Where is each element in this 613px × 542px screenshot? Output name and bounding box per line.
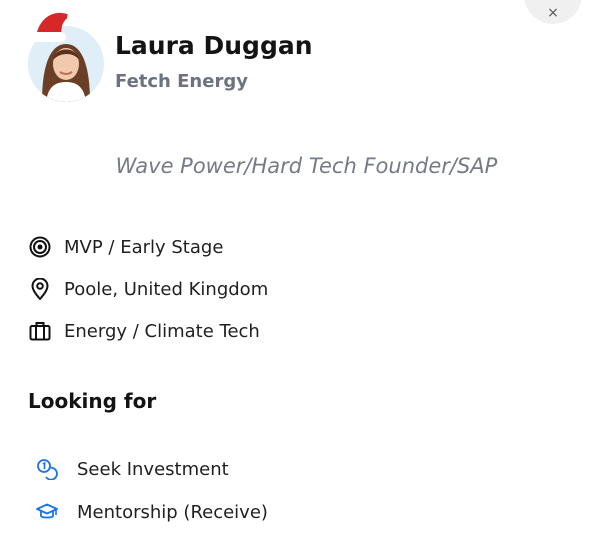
looking-for-heading: Looking for [28,389,157,413]
profile-tagline: Wave Power/Hard Tech Founder/SAP [115,154,498,178]
target-icon [28,235,52,259]
avatar [28,6,108,102]
detail-location: Poole, United Kingdom [28,276,268,302]
looking-for-item-label: Seek Investment [77,458,229,480]
detail-industry: Energy / Climate Tech [28,318,260,344]
profile-name: Laura Duggan [115,31,313,60]
briefcase-icon [28,319,52,343]
detail-stage-label: MVP / Early Stage [64,236,224,258]
location-pin-icon [28,277,52,301]
coins-icon [36,458,58,480]
close-icon: × [547,5,559,21]
profile-company: Fetch Energy [115,71,248,92]
detail-stage: MVP / Early Stage [28,234,223,260]
graduation-cap-icon [36,501,58,523]
looking-for-item-label: Mentorship (Receive) [77,501,268,523]
detail-industry-label: Energy / Climate Tech [64,320,260,342]
looking-for-item: Mentorship (Receive) [36,499,268,525]
close-button[interactable]: × [524,0,582,24]
santa-hat-icon [32,12,76,42]
detail-location-label: Poole, United Kingdom [64,278,269,300]
looking-for-item: Seek Investment [36,456,229,482]
